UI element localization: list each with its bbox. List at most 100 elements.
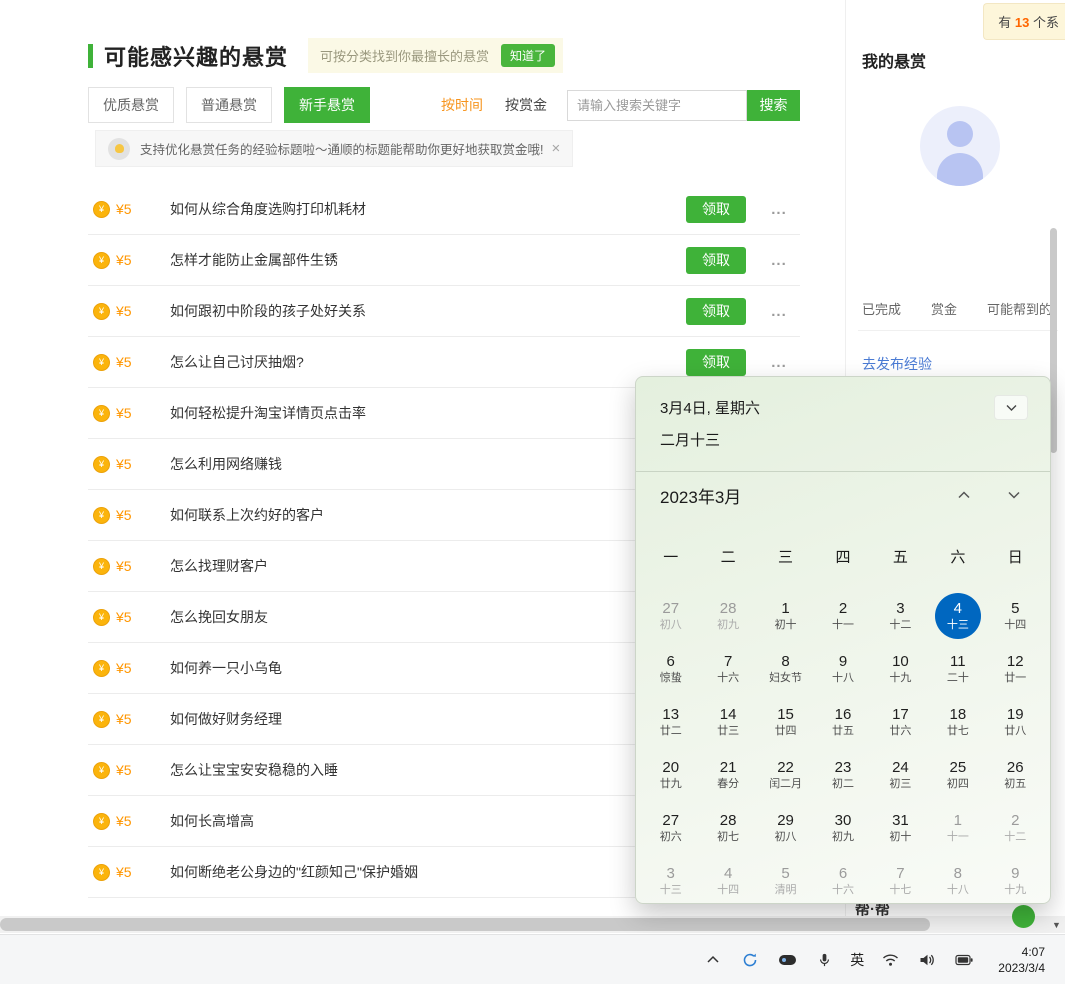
calendar-month-label[interactable]: 2023年3月 — [660, 483, 956, 508]
calendar-day-cell[interactable]: 25 初四 — [929, 748, 986, 801]
claim-button[interactable]: 领取 — [686, 349, 746, 376]
reward-title-link[interactable]: 如何从综合角度选购打印机耗材 — [170, 199, 686, 219]
calendar-day-cell[interactable]: 19 廿八 — [987, 695, 1044, 748]
device-icon[interactable] — [776, 949, 798, 971]
reward-title-link[interactable]: 怎么找理财客户 — [170, 556, 686, 576]
weekday-label: 四 — [814, 546, 871, 567]
calendar-day-cell[interactable]: 27 初六 — [642, 801, 699, 854]
taskbar-clock[interactable]: 4:07 2023/3/4 — [998, 944, 1057, 976]
reward-title-link[interactable]: 怎么让宝宝安安稳稳的入睡 — [170, 760, 686, 780]
calendar-day-cell[interactable]: 5 清明 — [757, 854, 814, 904]
calendar-day-cell[interactable]: 17 廿六 — [872, 695, 929, 748]
sidebar-tab[interactable]: 可能帮到的 — [987, 299, 1052, 318]
calendar-day-cell[interactable]: 3 十三 — [642, 854, 699, 904]
sidebar-tab[interactable]: 已完成 — [862, 299, 901, 318]
claim-button[interactable]: 领取 — [686, 247, 746, 274]
calendar-day-cell[interactable]: 27 初八 — [642, 589, 699, 642]
more-button[interactable]: ... — [764, 252, 794, 269]
ime-indicator[interactable]: 英 — [850, 950, 864, 970]
calendar-day-cell[interactable]: 26 初五 — [987, 748, 1044, 801]
calendar-day-cell[interactable]: 24 初三 — [872, 748, 929, 801]
calendar-day-cell[interactable]: 14 廿三 — [699, 695, 756, 748]
calendar-day-cell[interactable]: 1 十一 — [929, 801, 986, 854]
calendar-day-cell[interactable]: 12 廿一 — [987, 642, 1044, 695]
reward-title-link[interactable]: 怎么利用网络赚钱 — [170, 454, 686, 474]
wifi-icon[interactable] — [879, 949, 901, 971]
calendar-day-cell[interactable]: 6 惊蛰 — [642, 642, 699, 695]
calendar-day-cell[interactable]: 10 十九 — [872, 642, 929, 695]
day-lunar-label: 初八 — [660, 618, 682, 632]
battery-icon[interactable] — [953, 949, 975, 971]
calendar-day-cell[interactable]: 23 初二 — [814, 748, 871, 801]
category-tab[interactable]: 新手悬赏 — [284, 87, 370, 123]
calendar-day-cell[interactable]: 20 廿九 — [642, 748, 699, 801]
day-lunar-label: 初五 — [1004, 777, 1026, 791]
reward-title-link[interactable]: 怎么挽回女朋友 — [170, 607, 686, 627]
reward-title-link[interactable]: 如何断绝老公身边的"红颜知己"保护婚姻 — [170, 862, 686, 882]
category-tab[interactable]: 普通悬赏 — [186, 87, 272, 123]
search-input[interactable] — [567, 90, 747, 121]
calendar-day-cell[interactable]: 15 廿四 — [757, 695, 814, 748]
green-badge-icon[interactable] — [1012, 905, 1035, 928]
calendar-day-cell[interactable]: 18 廿七 — [929, 695, 986, 748]
sort-by-reward[interactable]: 按赏金 — [505, 95, 547, 115]
search-button[interactable]: 搜索 — [747, 90, 800, 121]
claim-button[interactable]: 领取 — [686, 196, 746, 223]
calendar-day-cell[interactable]: 4 十四 — [699, 854, 756, 904]
volume-icon[interactable] — [916, 949, 938, 971]
reward-title-link[interactable]: 如何轻松提升淘宝详情页点击率 — [170, 403, 686, 423]
sidebar-tab[interactable]: 赏金 — [931, 299, 957, 318]
system-message-notification[interactable]: 有 13 个系 — [983, 3, 1065, 40]
calendar-day-cell[interactable]: 28 初七 — [699, 801, 756, 854]
calendar-day-cell[interactable]: 8 妇女节 — [757, 642, 814, 695]
microphone-icon[interactable] — [813, 949, 835, 971]
calendar-next-button[interactable] — [1006, 487, 1022, 503]
day-number: 28 — [720, 600, 737, 618]
calendar-day-cell[interactable]: 8 十八 — [929, 854, 986, 904]
calendar-day-cell[interactable]: 31 初十 — [872, 801, 929, 854]
claim-button[interactable]: 领取 — [686, 298, 746, 325]
calendar-collapse-button[interactable] — [994, 395, 1028, 420]
calendar-day-cell[interactable]: 11 二十 — [929, 642, 986, 695]
reward-title-link[interactable]: 如何长高增高 — [170, 811, 686, 831]
calendar-day-cell[interactable]: 6 十六 — [814, 854, 871, 904]
calendar-day-cell[interactable]: 9 十八 — [814, 642, 871, 695]
horizontal-scrollbar-thumb[interactable] — [0, 918, 930, 931]
close-icon[interactable]: × — [543, 140, 560, 157]
sync-icon[interactable] — [739, 949, 761, 971]
hidden-icons-chevron-icon[interactable] — [702, 949, 724, 971]
reward-title-link[interactable]: 如何养一只小乌龟 — [170, 658, 686, 678]
category-tab[interactable]: 优质悬赏 — [88, 87, 174, 123]
reward-title-link[interactable]: 如何联系上次约好的客户 — [170, 505, 686, 525]
reward-title-link[interactable]: 怎么让自己讨厌抽烟? — [170, 352, 686, 372]
got-it-button[interactable]: 知道了 — [501, 44, 555, 67]
calendar-day-cell[interactable]: 7 十七 — [872, 854, 929, 904]
calendar-day-cell[interactable]: 4 十三 — [929, 589, 986, 642]
reward-title-link[interactable]: 如何做好财务经理 — [170, 709, 686, 729]
calendar-day-cell[interactable]: 2 十二 — [987, 801, 1044, 854]
reward-title-link[interactable]: 怎样才能防止金属部件生锈 — [170, 250, 686, 270]
more-button[interactable]: ... — [764, 303, 794, 320]
more-button[interactable]: ... — [764, 354, 794, 371]
calendar-day-cell[interactable]: 9 十九 — [987, 854, 1044, 904]
reward-title-link[interactable]: 如何跟初中阶段的孩子处好关系 — [170, 301, 686, 321]
scrollbar-down-arrow[interactable]: ▼ — [1048, 916, 1065, 933]
calendar-day-cell[interactable]: 7 十六 — [699, 642, 756, 695]
publish-experience-link[interactable]: 去发布经验 — [862, 354, 932, 374]
calendar-day-cell[interactable]: 28 初九 — [699, 589, 756, 642]
more-button[interactable]: ... — [764, 201, 794, 218]
calendar-day-cell[interactable]: 13 廿二 — [642, 695, 699, 748]
vertical-scrollbar-thumb[interactable] — [1050, 228, 1057, 453]
horizontal-scrollbar[interactable] — [0, 916, 1065, 933]
calendar-day-cell[interactable]: 29 初八 — [757, 801, 814, 854]
calendar-day-cell[interactable]: 3 十二 — [872, 589, 929, 642]
calendar-day-cell[interactable]: 22 闰二月 — [757, 748, 814, 801]
calendar-day-cell[interactable]: 16 廿五 — [814, 695, 871, 748]
calendar-day-cell[interactable]: 1 初十 — [757, 589, 814, 642]
calendar-prev-button[interactable] — [956, 487, 972, 503]
calendar-day-cell[interactable]: 5 十四 — [987, 589, 1044, 642]
calendar-day-cell[interactable]: 21 春分 — [699, 748, 756, 801]
calendar-day-cell[interactable]: 2 十一 — [814, 589, 871, 642]
sort-by-time[interactable]: 按时间 — [441, 95, 483, 115]
calendar-day-cell[interactable]: 30 初九 — [814, 801, 871, 854]
